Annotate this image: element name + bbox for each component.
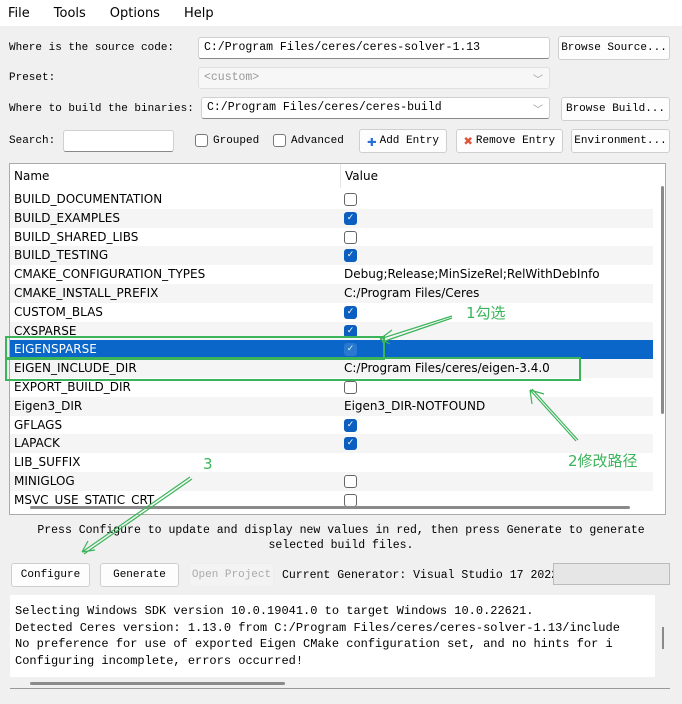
annotation-box-1 bbox=[5, 336, 385, 360]
annotation-1: 1勾选 bbox=[466, 304, 506, 322]
annotation-overlay bbox=[5, 315, 581, 555]
arrow-1 bbox=[379, 315, 453, 345]
arrow-3 bbox=[81, 476, 193, 555]
arrow-2 bbox=[529, 388, 579, 442]
annotation-3: 3 bbox=[203, 455, 213, 473]
annotation-2: 2修改路径 bbox=[568, 452, 638, 470]
annotation-box-2 bbox=[5, 357, 581, 381]
